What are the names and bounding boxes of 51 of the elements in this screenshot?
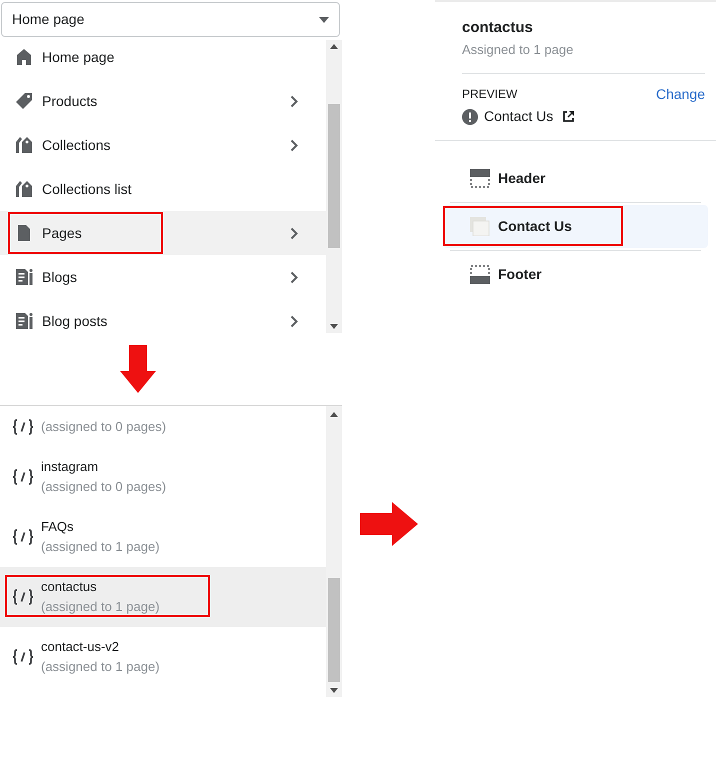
menu-item[interactable]: Blog posts	[0, 299, 326, 333]
preview-page-name: Contact Us	[484, 107, 554, 126]
scroll-down-icon[interactable]	[330, 324, 338, 329]
footer-section-icon	[470, 265, 490, 284]
tags-icon	[14, 135, 34, 155]
template-name: instagram	[41, 458, 100, 476]
menu-item[interactable]: Collections	[0, 123, 326, 167]
caret-icon	[319, 16, 329, 22]
scrollbar[interactable]	[326, 40, 342, 333]
down-arrow-icon	[120, 345, 156, 393]
menu-item[interactable]: Home page	[0, 40, 326, 79]
menu-item[interactable]: Pages	[0, 211, 326, 255]
template-subtitle: Assigned to 1 page	[462, 41, 574, 59]
external-link-icon[interactable]	[563, 111, 574, 122]
right-arrow-icon	[360, 502, 418, 546]
template-item[interactable]: instagram (assigned to 0 pages)	[0, 447, 326, 507]
home-icon	[14, 47, 34, 67]
scroll-up-icon[interactable]	[330, 44, 338, 49]
assignment-count: (assigned to 1 page)	[41, 598, 160, 616]
blog-icon	[14, 311, 34, 331]
change-link[interactable]: Change	[656, 86, 705, 102]
scroll-thumb[interactable]	[328, 578, 340, 682]
blog-icon	[14, 267, 34, 287]
header-section-icon	[470, 169, 490, 188]
scroll-down-icon[interactable]	[330, 688, 338, 693]
template-title: contactus	[462, 18, 534, 38]
template-item[interactable]: contact-us-v2 (assigned to 1 page)	[0, 627, 326, 687]
tags-icon	[14, 179, 34, 199]
section-item[interactable]: Contact Us	[443, 205, 708, 248]
assignment-count: (assigned to 0 pages)	[41, 478, 166, 496]
section-item[interactable]: Footer	[443, 253, 708, 296]
assignment-count: (assigned to 1 page)	[41, 538, 160, 556]
template-dropdown[interactable]: Home page	[1, 2, 340, 37]
warning-icon	[462, 108, 478, 124]
scroll-thumb[interactable]	[328, 104, 340, 248]
assignment-count: (assigned to 0 pages)	[41, 418, 166, 436]
template-name: contact-us-v2	[41, 638, 120, 656]
template-item[interactable]: FAQs (assigned to 1 page)	[0, 507, 326, 567]
menu-item[interactable]: Collections list	[0, 167, 326, 211]
menu-item[interactable]: Products	[0, 79, 326, 123]
section-thumbnail-icon	[470, 217, 490, 236]
template-name: FAQs	[41, 518, 75, 536]
section-item[interactable]: Header	[443, 157, 708, 200]
assignment-count: (assigned to 1 page)	[41, 658, 160, 676]
menu-item[interactable]: Blogs	[0, 255, 326, 299]
tag-icon	[14, 91, 34, 111]
scrollbar[interactable]	[326, 406, 342, 697]
preview-label: PREVIEW	[462, 86, 518, 102]
scroll-up-icon[interactable]	[330, 412, 338, 417]
template-item[interactable]: contactus (assigned to 1 page)	[0, 567, 326, 627]
template-name: contactus	[41, 578, 98, 596]
